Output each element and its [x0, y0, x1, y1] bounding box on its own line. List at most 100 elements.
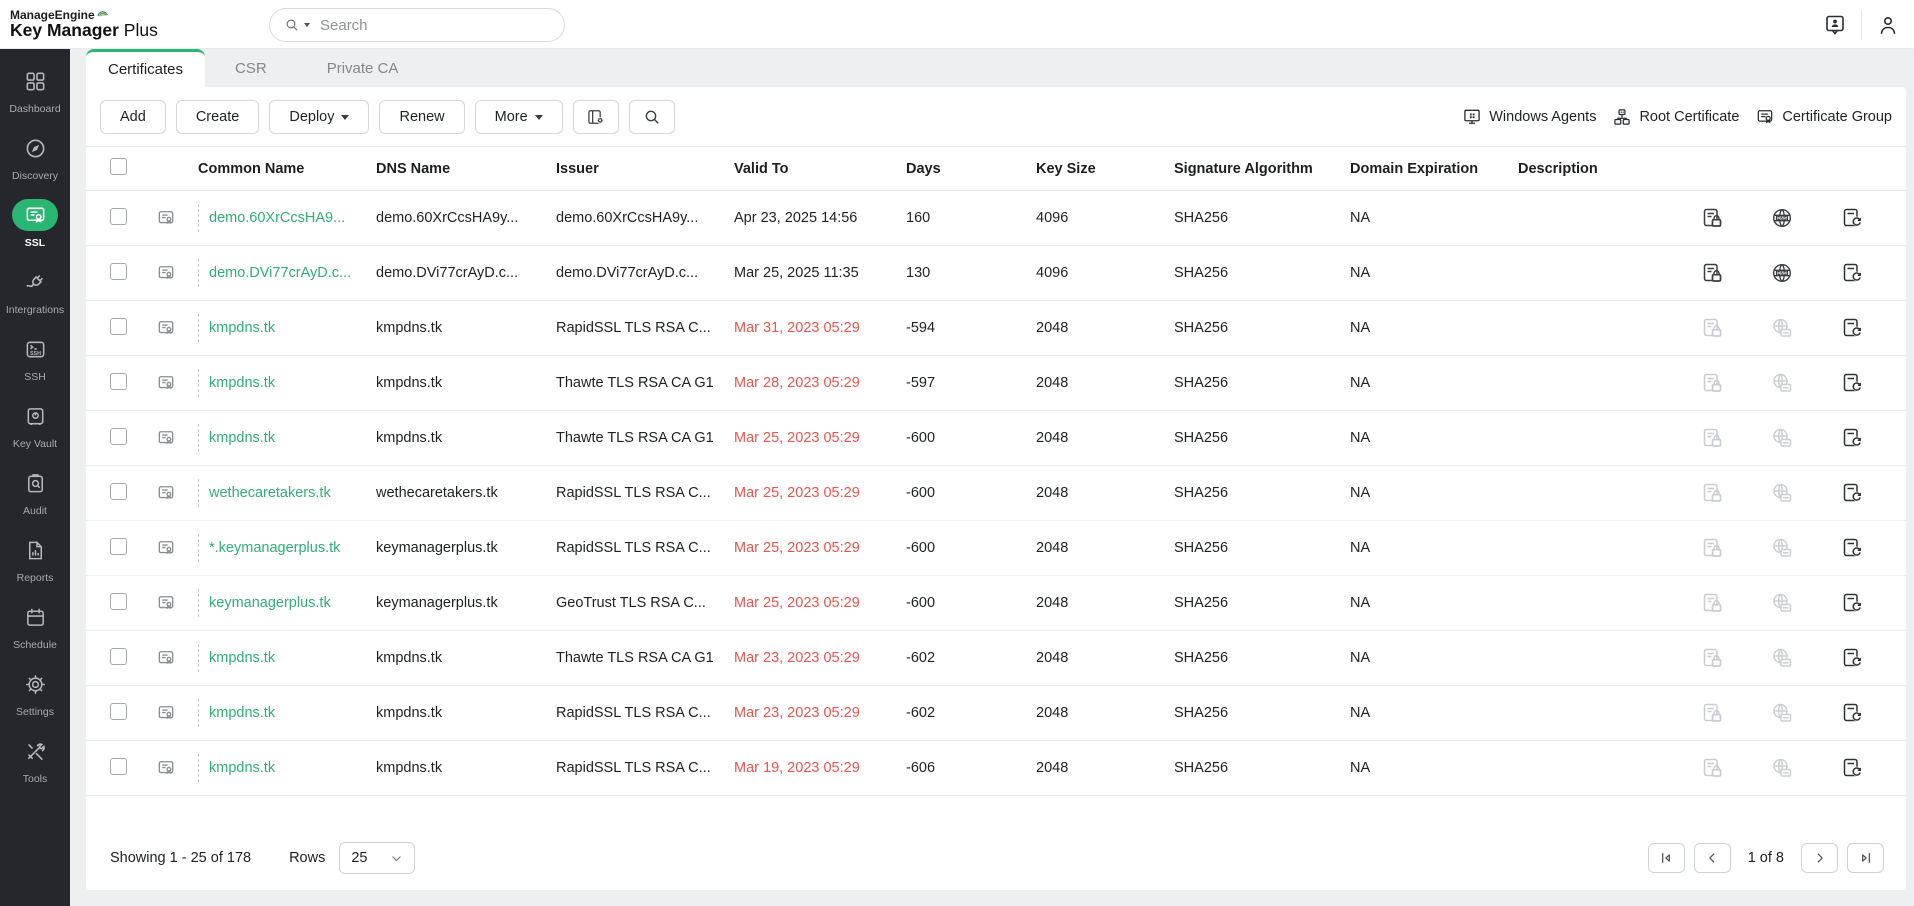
search-scope-caret[interactable] — [304, 23, 310, 27]
certificate-renew-icon[interactable] — [1840, 481, 1864, 505]
agent-download-icon[interactable] — [1823, 13, 1847, 37]
certificate-lock-icon[interactable] — [1700, 371, 1724, 395]
common-name-link[interactable]: wethecaretakers.tk — [209, 485, 331, 501]
more-button[interactable]: More — [474, 100, 563, 134]
sidebar-item-dashboard[interactable]: Dashboard — [0, 57, 70, 124]
row-checkbox[interactable] — [110, 592, 127, 610]
user-account-icon[interactable] — [1876, 13, 1900, 37]
sidebar-item-ssl[interactable]: SSL — [0, 191, 70, 258]
rows-per-page-select[interactable]: 25 — [339, 842, 416, 874]
sidebar-item-settings[interactable]: Settings — [0, 660, 70, 727]
deploy-button[interactable]: Deploy — [269, 100, 370, 134]
row-checkbox[interactable] — [110, 647, 127, 665]
dns-globe-icon[interactable]: DNS — [1770, 206, 1794, 230]
row-checkbox[interactable] — [110, 317, 127, 335]
table-row[interactable]: kmpdns.tk kmpdns.tk Thawte TLS RSA CA G1… — [86, 631, 1906, 686]
create-button[interactable]: Create — [175, 100, 260, 134]
table-row[interactable]: kmpdns.tk kmpdns.tk RapidSSL TLS RSA C..… — [86, 741, 1906, 796]
common-name-link[interactable]: kmpdns.tk — [209, 375, 275, 391]
certificate-renew-icon[interactable] — [1840, 371, 1864, 395]
add-button[interactable]: Add — [100, 100, 166, 134]
certificate-group-link[interactable]: Certificate Group — [1755, 107, 1892, 127]
common-name-link[interactable]: kmpdns.tk — [209, 760, 275, 776]
sidebar-item-ssh[interactable]: SSH SSH — [0, 325, 70, 392]
certificate-renew-icon[interactable] — [1840, 756, 1864, 780]
certificate-lock-icon[interactable] — [1700, 316, 1724, 340]
row-checkbox[interactable] — [110, 537, 127, 555]
select-all-checkbox[interactable] — [110, 158, 127, 175]
certificate-lock-icon[interactable] — [1700, 591, 1724, 615]
last-page-button[interactable] — [1847, 843, 1884, 873]
renew-button[interactable]: Renew — [379, 100, 465, 134]
certificate-lock-icon[interactable] — [1700, 536, 1724, 560]
table-row[interactable]: kmpdns.tk kmpdns.tk RapidSSL TLS RSA C..… — [86, 301, 1906, 356]
certificate-lock-icon[interactable] — [1700, 756, 1724, 780]
common-name-link[interactable]: kmpdns.tk — [209, 320, 275, 336]
table-row[interactable]: kmpdns.tk kmpdns.tk Thawte TLS RSA CA G1… — [86, 411, 1906, 466]
common-name-link[interactable]: demo.DVi77crAyD.c... — [209, 265, 351, 281]
sidebar-item-integrations[interactable]: Intergrations — [0, 258, 70, 325]
certificate-renew-icon[interactable] — [1840, 536, 1864, 560]
first-page-button[interactable] — [1647, 843, 1685, 873]
sidebar-item-reports[interactable]: Reports — [0, 526, 70, 593]
certificate-lock-icon[interactable] — [1700, 206, 1724, 230]
certificate-renew-icon[interactable] — [1840, 646, 1864, 670]
windows-agents-link[interactable]: Windows Agents — [1462, 107, 1596, 127]
sidebar-item-key-vault[interactable]: Key Vault — [0, 392, 70, 459]
common-name-link[interactable]: keymanagerplus.tk — [209, 595, 331, 611]
common-name-link[interactable]: kmpdns.tk — [209, 430, 275, 446]
column-settings-button[interactable] — [572, 100, 619, 134]
common-name-link[interactable]: *.keymanagerplus.tk — [209, 540, 340, 556]
table-row[interactable]: *.keymanagerplus.tk keymanagerplus.tk Ra… — [86, 521, 1906, 576]
key-size-value: 2048 — [1036, 430, 1069, 446]
common-name-link[interactable]: kmpdns.tk — [209, 650, 275, 666]
certificate-renew-icon[interactable] — [1840, 426, 1864, 450]
row-checkbox[interactable] — [110, 482, 127, 500]
sidebar-item-tools[interactable]: Tools — [0, 727, 70, 794]
certificate-lock-icon[interactable] — [1700, 701, 1724, 725]
root-certificate-link[interactable]: Root Certificate — [1612, 107, 1739, 127]
table-row[interactable]: keymanagerplus.tk keymanagerplus.tk GeoT… — [86, 576, 1906, 631]
table-row[interactable]: demo.60XrCcsHA9... demo.60XrCcsHA9y... d… — [86, 191, 1906, 246]
row-checkbox[interactable] — [110, 262, 127, 280]
sidebar-label: SSH — [24, 371, 46, 383]
key-size-value: 2048 — [1036, 540, 1069, 556]
certificate-renew-icon[interactable] — [1840, 701, 1864, 725]
next-page-button[interactable] — [1801, 843, 1838, 873]
table-row[interactable]: wethecaretakers.tk wethecaretakers.tk Ra… — [86, 466, 1906, 521]
row-checkbox[interactable] — [110, 702, 127, 720]
table-row[interactable]: kmpdns.tk kmpdns.tk RapidSSL TLS RSA C..… — [86, 686, 1906, 741]
row-checkbox[interactable] — [110, 372, 127, 390]
domain-info-icon — [1773, 538, 1792, 557]
sidebar-item-schedule[interactable]: Schedule — [0, 593, 70, 660]
certificate-lock-icon[interactable] — [1700, 261, 1724, 285]
issuer-value: demo.DVi77crAyD.c... — [556, 265, 699, 281]
table-search-button[interactable] — [628, 100, 675, 134]
col-description: Description — [1518, 160, 1598, 177]
tab-private-ca[interactable]: Private CA — [297, 49, 429, 87]
certificate-icon — [158, 431, 174, 445]
row-checkbox[interactable] — [110, 207, 127, 225]
signature-algorithm-value: SHA256 — [1174, 430, 1229, 446]
search-input[interactable] — [320, 16, 550, 34]
certificate-lock-icon[interactable] — [1700, 481, 1724, 505]
prev-page-button[interactable] — [1693, 843, 1731, 873]
certificate-renew-icon[interactable] — [1840, 206, 1864, 230]
tab-csr[interactable]: CSR — [205, 49, 297, 87]
certificate-lock-icon[interactable] — [1700, 426, 1724, 450]
row-checkbox[interactable] — [110, 757, 127, 775]
dns-globe-icon[interactable]: DNS — [1770, 261, 1794, 285]
certificate-renew-icon[interactable] — [1840, 316, 1864, 340]
sidebar-item-discovery[interactable]: Discovery — [0, 124, 70, 191]
table-row[interactable]: kmpdns.tk kmpdns.tk Thawte TLS RSA CA G1… — [86, 356, 1906, 411]
sidebar-item-audit[interactable]: Audit — [0, 459, 70, 526]
certificate-icon — [158, 761, 174, 775]
common-name-link[interactable]: demo.60XrCcsHA9... — [209, 210, 345, 226]
tab-certificates[interactable]: Certificates — [86, 49, 206, 87]
certificate-renew-icon[interactable] — [1840, 591, 1864, 615]
certificate-renew-icon[interactable] — [1840, 261, 1864, 285]
common-name-link[interactable]: kmpdns.tk — [209, 705, 275, 721]
certificate-lock-icon[interactable] — [1700, 646, 1724, 670]
table-row[interactable]: demo.DVi77crAyD.c... demo.DVi77crAyD.c..… — [86, 246, 1906, 301]
row-checkbox[interactable] — [110, 427, 127, 445]
